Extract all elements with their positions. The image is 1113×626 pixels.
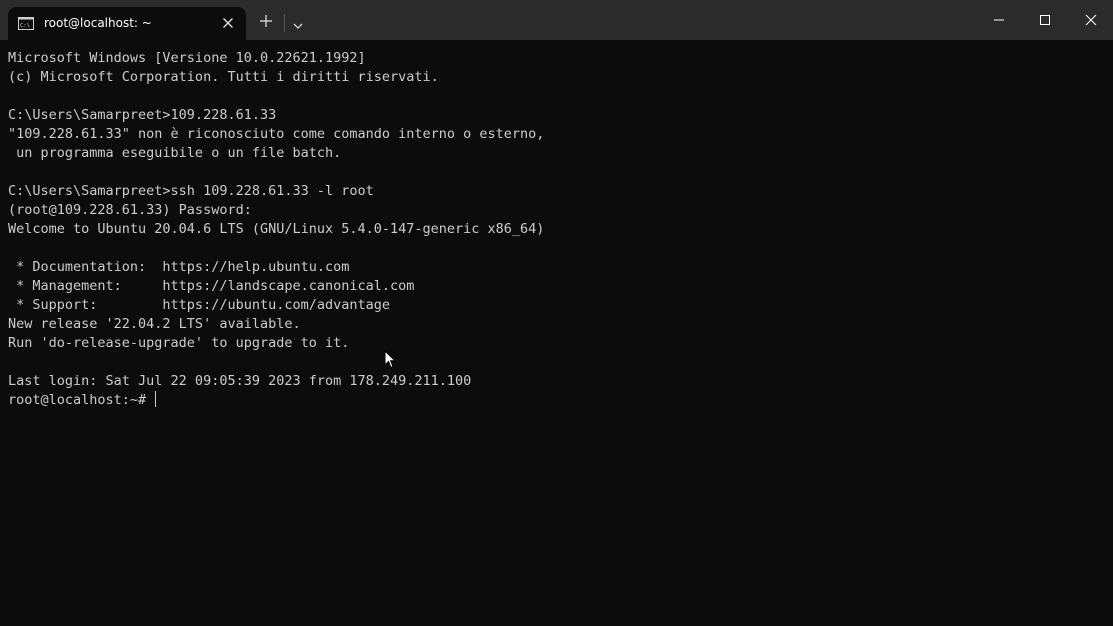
title-bar: C:\ root@localhost: ~ xyxy=(0,0,1113,40)
terminal-line: Microsoft Windows [Versione 10.0.22621.1… xyxy=(8,50,366,66)
maximize-button[interactable] xyxy=(1021,0,1067,40)
close-button[interactable] xyxy=(1067,0,1113,40)
terminal-icon: C:\ xyxy=(18,17,34,30)
close-icon xyxy=(1085,14,1097,26)
svg-text:C:\: C:\ xyxy=(20,23,30,29)
chevron-down-icon[interactable] xyxy=(292,17,304,29)
terminal-line: (root@109.228.61.33) Password: xyxy=(8,202,252,218)
terminal-line: C:\Users\Samarpreet>109.228.61.33 xyxy=(8,107,277,123)
shell-prompt: root@localhost:~# xyxy=(8,392,155,408)
terminal-line: Run 'do-release-upgrade' to upgrade to i… xyxy=(8,335,350,351)
terminal-line: "109.228.61.33" non è riconosciuto come … xyxy=(8,126,545,142)
terminal-line: New release '22.04.2 LTS' available. xyxy=(8,316,301,332)
terminal-line: (c) Microsoft Corporation. Tutti i dirit… xyxy=(8,69,439,85)
terminal-output[interactable]: Microsoft Windows [Versione 10.0.22621.1… xyxy=(0,40,1113,626)
terminal-window: C:\ root@localhost: ~ Microsoft Windows … xyxy=(0,0,1113,626)
minimize-icon xyxy=(994,19,1004,21)
mouse-pointer-icon xyxy=(384,349,397,369)
terminal-line: C:\Users\Samarpreet>ssh 109.228.61.33 -l… xyxy=(8,183,374,199)
tab-close-icon[interactable] xyxy=(220,15,236,31)
text-cursor xyxy=(155,391,157,407)
terminal-line: * Documentation: https://help.ubuntu.com xyxy=(8,259,350,275)
maximize-icon xyxy=(1040,15,1050,25)
prompt-line[interactable]: root@localhost:~# xyxy=(8,391,1113,410)
plus-icon[interactable] xyxy=(259,14,273,28)
terminal-line: * Management: https://landscape.canonica… xyxy=(8,278,415,294)
terminal-line: Welcome to Ubuntu 20.04.6 LTS (GNU/Linux… xyxy=(8,221,545,237)
minimize-button[interactable] xyxy=(975,0,1021,40)
tab-title: root@localhost: ~ xyxy=(44,16,152,30)
terminal-line: Last login: Sat Jul 22 09:05:39 2023 fro… xyxy=(8,373,472,389)
tab-root-localhost[interactable]: C:\ root@localhost: ~ xyxy=(8,7,246,40)
terminal-line: * Support: https://ubuntu.com/advantage xyxy=(8,297,391,313)
terminal-line: un programma eseguibile o un file batch. xyxy=(8,145,342,161)
titlebar-divider xyxy=(284,14,285,32)
